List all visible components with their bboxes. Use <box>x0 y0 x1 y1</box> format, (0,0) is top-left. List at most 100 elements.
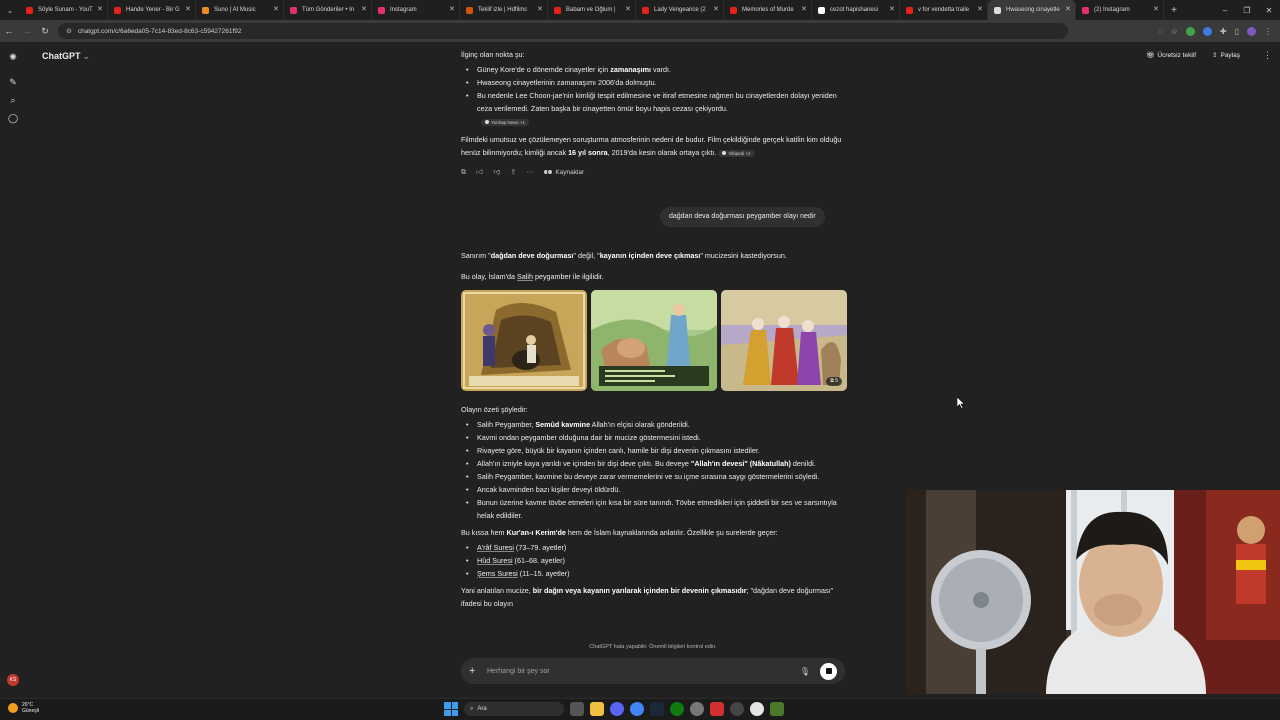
stop-generating-button[interactable] <box>820 662 837 680</box>
chatgpt-app-icon[interactable] <box>750 702 764 716</box>
source-chip-wikipedia[interactable]: Vikipedi +2 <box>718 149 755 157</box>
more-icon[interactable]: ··· <box>526 166 533 179</box>
text: Sanırım " <box>461 251 491 260</box>
tab-close-icon[interactable]: ✕ <box>97 5 103 13</box>
openai-logo-icon[interactable]: ✺ <box>8 52 18 62</box>
microphone-icon[interactable]: 🎙︎ <box>800 667 810 676</box>
tab-close-icon[interactable]: ✕ <box>449 5 455 13</box>
add-attachment-icon[interactable]: + <box>469 665 483 677</box>
search-icon[interactable]: ⌕ <box>8 95 18 105</box>
tab-favicon-icon <box>818 6 825 14</box>
extensions-puzzle-icon[interactable]: ✚ <box>1220 27 1227 36</box>
library-icon[interactable]: ◯ <box>8 113 18 123</box>
surah-link[interactable]: Şems Suresi <box>477 569 518 578</box>
browser-tab[interactable]: Instagram ✕ <box>372 0 460 20</box>
share-button[interactable]: ⇪ Paylaş <box>1212 51 1240 60</box>
minimize-icon[interactable]: – <box>1214 6 1236 15</box>
reload-icon[interactable]: ↻ <box>36 26 54 37</box>
site-info-icon[interactable]: ⚙ <box>66 27 72 35</box>
close-window-icon[interactable]: ✕ <box>1258 6 1280 15</box>
free-offer-label: Ücretsiz teklif <box>1157 51 1197 59</box>
sources-button[interactable]: Kaynaklar <box>543 166 584 179</box>
sidebar-icon[interactable]: ▯ <box>1235 27 1239 36</box>
text: Salih Peygamber, <box>477 420 536 429</box>
prompt-input[interactable]: Herhangi bir şey sor <box>487 668 800 675</box>
miniature-image-1[interactable] <box>461 290 587 391</box>
browser-menu-icon[interactable]: ⋮ <box>1264 27 1272 36</box>
user-avatar[interactable]: KS <box>7 674 19 686</box>
more-options-icon[interactable]: ⋮ <box>1263 50 1272 61</box>
text: Rivayete göre, büyük bir kayanın içinden… <box>477 446 760 455</box>
image-count-badge[interactable]: ⧉ 5 <box>826 377 842 386</box>
file-explorer-icon[interactable] <box>590 702 604 716</box>
tab-search-icon[interactable]: ⌄ <box>0 0 20 20</box>
eye-off-icon[interactable]: ◌ <box>1158 27 1163 36</box>
browser-tab[interactable]: v for vendetta traile ✕ <box>900 0 988 20</box>
browser-tab[interactable]: Babam ve Oğlum | ✕ <box>548 0 636 20</box>
source-chip-yonhap[interactable]: Yonhap News +1 <box>481 118 529 126</box>
back-icon[interactable]: ← <box>0 26 18 36</box>
windows-start-icon[interactable] <box>444 702 458 716</box>
answer-intro: Sanırım "dağdan deve doğurması" değil, "… <box>461 249 846 283</box>
browser-tab[interactable]: Söyle Sunam - YouT ✕ <box>20 0 108 20</box>
tab-close-icon[interactable]: ✕ <box>889 5 895 13</box>
bold-text: zamanaşımı <box>610 65 651 74</box>
forward-icon[interactable]: → <box>18 26 36 36</box>
gear-app-icon[interactable] <box>730 702 744 716</box>
taskbar-center: ⌕ Ara <box>444 702 784 716</box>
tab-close-icon[interactable]: ✕ <box>361 5 367 13</box>
bookmark-star-icon[interactable]: ☆ <box>1171 27 1178 36</box>
blue-extension-icon[interactable] <box>1202 26 1212 36</box>
quran-paragraph: Bu kıssa hem Kur'an-ı Kerim'de hem de İs… <box>461 526 846 539</box>
illustration-image-2[interactable] <box>591 290 717 391</box>
taskbar-search[interactable]: ⌕ Ara <box>464 702 564 716</box>
conversation: İlginç olan nokta şu: Güney Kore'de o dö… <box>461 48 846 179</box>
new-chat-icon[interactable]: ✎ <box>8 77 18 87</box>
chrome-icon[interactable] <box>630 702 644 716</box>
thumbs-up-icon[interactable]: 👍︎ <box>476 166 483 179</box>
browser-tab[interactable]: Teklif izle | Hdfilmc ✕ <box>460 0 548 20</box>
illustration-image-3[interactable]: ⧉ 5 <box>721 290 847 391</box>
tab-close-icon[interactable]: ✕ <box>801 5 807 13</box>
free-offer-button[interactable]: 🎁︎ Ücretsiz teklif <box>1146 51 1197 60</box>
maximize-icon[interactable]: ❐ <box>1236 6 1258 15</box>
text: Allah'ın elçisi olarak gönderildi. <box>590 420 690 429</box>
profile-avatar-icon[interactable] <box>1247 26 1256 36</box>
salih-link[interactable]: Salih <box>517 272 533 281</box>
xbox-icon[interactable] <box>670 702 684 716</box>
thumbs-down-icon[interactable]: 👎︎ <box>493 166 500 179</box>
tab-close-icon[interactable]: ✕ <box>625 5 631 13</box>
tab-favicon-icon <box>994 6 1001 14</box>
tab-close-icon[interactable]: ✕ <box>273 5 279 13</box>
shield-extension-icon[interactable] <box>1185 26 1195 36</box>
share-message-icon[interactable]: ⇪ <box>510 166 516 179</box>
model-selector[interactable]: ChatGPT ⌄ <box>42 51 90 62</box>
weather-widget[interactable]: 26°C Güneşli <box>8 702 39 714</box>
browser-tab[interactable]: (2) Instagram ✕ <box>1076 0 1164 20</box>
browser-tab[interactable]: Lady Vengeance (2 ✕ <box>636 0 724 20</box>
tab-close-icon[interactable]: ✕ <box>977 5 983 13</box>
browser-tab[interactable]: Suno | AI Music ✕ <box>196 0 284 20</box>
browser-tab[interactable]: Hande Yener - Bir G ✕ <box>108 0 196 20</box>
surah-link[interactable]: Hûd Suresi <box>477 556 513 565</box>
tab-close-icon[interactable]: ✕ <box>1153 5 1159 13</box>
green-app-icon[interactable] <box>770 702 784 716</box>
surah-link[interactable]: A'râf Suresi <box>477 543 514 552</box>
tab-close-icon[interactable]: ✕ <box>713 5 719 13</box>
browser-tab[interactable]: Hwaseong cinayetle ✕ <box>988 0 1076 20</box>
tab-close-icon[interactable]: ✕ <box>537 5 543 13</box>
tab-close-icon[interactable]: ✕ <box>1065 5 1071 13</box>
tab-close-icon[interactable]: ✕ <box>185 5 191 13</box>
browser-tab[interactable]: cezot hapishanesi ✕ <box>812 0 900 20</box>
browser-tab[interactable]: Memories of Murde ✕ <box>724 0 812 20</box>
task-view-icon[interactable] <box>570 702 584 716</box>
new-tab-icon[interactable]: + <box>1164 5 1184 16</box>
list-item: Bu nedenle Lee Choon-jae'nin kimliği tes… <box>461 89 846 115</box>
url-bar[interactable]: ⚙ chatgpt.com/c/6a6eda05-7c14-83ed-8c63-… <box>58 23 1068 39</box>
red-app-icon[interactable] <box>710 702 724 716</box>
settings-icon[interactable] <box>690 702 704 716</box>
discord-icon[interactable] <box>610 702 624 716</box>
copy-icon[interactable]: ⧉ <box>461 166 466 179</box>
browser-tab[interactable]: Tüm Gönderiler • In ✕ <box>284 0 372 20</box>
steam-icon[interactable] <box>650 702 664 716</box>
